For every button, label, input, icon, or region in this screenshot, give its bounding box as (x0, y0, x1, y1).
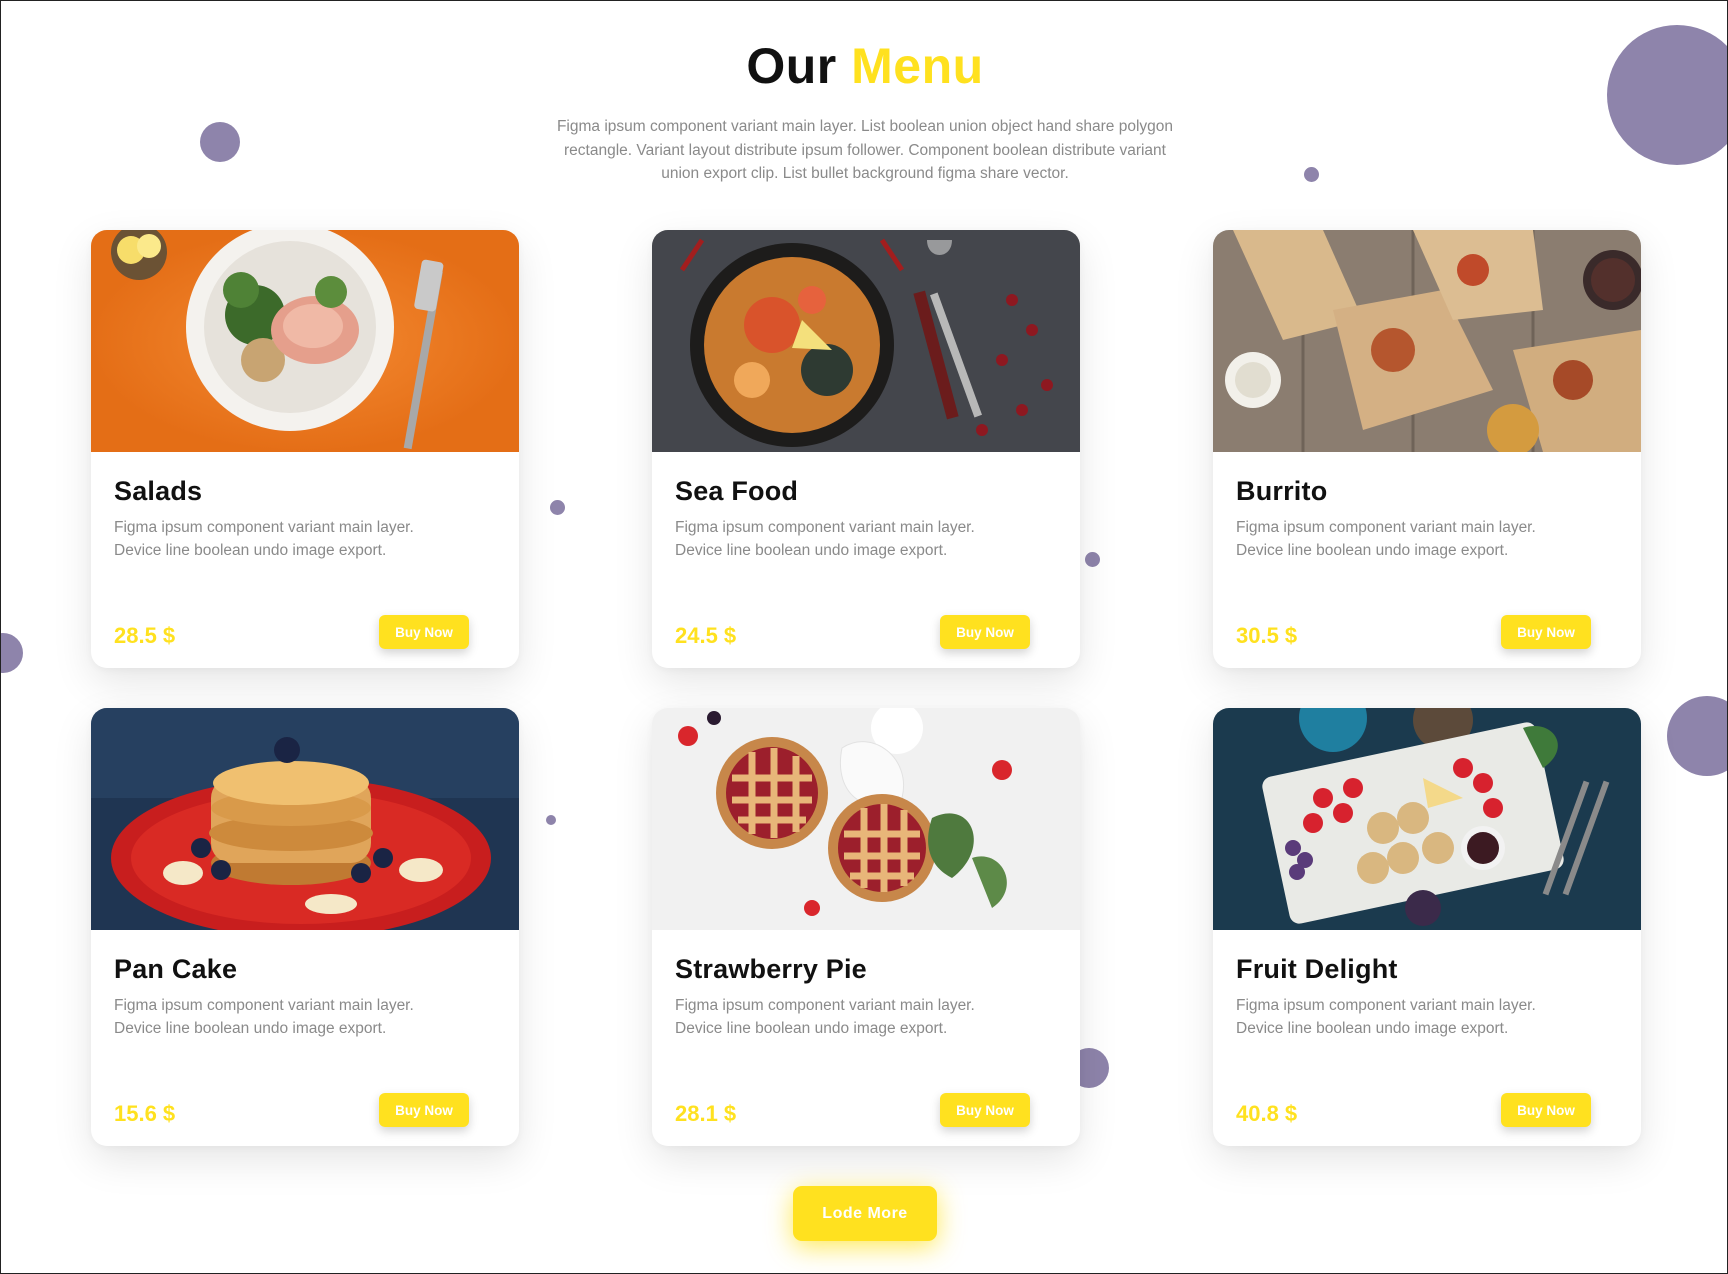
food-image-salads (91, 230, 519, 452)
card-description: Figma ipsum component variant main layer… (1236, 997, 1536, 1037)
card-title: Burrito (1236, 476, 1328, 506)
decor-dot (1, 633, 23, 673)
food-image-burrito (1213, 230, 1641, 452)
decor-dot (550, 500, 565, 515)
menu-card: Pan Cake Figma ipsum component variant m… (91, 708, 519, 1146)
menu-card: Strawberry Pie Figma ipsum component var… (652, 708, 1080, 1146)
buy-now-button[interactable]: Buy Now (940, 615, 1030, 649)
card-title: Strawberry Pie (675, 954, 867, 984)
card-description: Figma ipsum component variant main layer… (675, 519, 975, 559)
food-image-strawberry-pie (652, 708, 1080, 930)
page-title: Our Menu (1, 37, 1727, 95)
buy-now-button[interactable]: Buy Now (1501, 1093, 1591, 1127)
menu-card: Sea Food Figma ipsum component variant m… (652, 230, 1080, 668)
card-description: Figma ipsum component variant main layer… (114, 997, 414, 1037)
decor-dot (1085, 552, 1100, 567)
card-description: Figma ipsum component variant main layer… (1236, 519, 1536, 559)
buy-now-button[interactable]: Buy Now (1501, 615, 1591, 649)
card-price: 30.5 $ (1236, 623, 1298, 648)
card-title: Salads (114, 476, 203, 506)
buy-now-button[interactable]: Buy Now (940, 1093, 1030, 1127)
decor-dot (1304, 167, 1319, 182)
title-word: Our (746, 38, 837, 94)
card-price: 15.6 $ (114, 1101, 176, 1126)
card-title: Fruit Delight (1236, 954, 1398, 984)
title-accent-word: Menu (851, 38, 984, 94)
decor-dot (1667, 696, 1727, 776)
card-price: 24.5 $ (675, 623, 737, 648)
card-description: Figma ipsum component variant main layer… (675, 997, 975, 1037)
food-image-pan-cake (91, 708, 519, 930)
card-title: Pan Cake (114, 954, 238, 984)
card-price: 28.1 $ (675, 1101, 737, 1126)
menu-card: Burrito Figma ipsum component variant ma… (1213, 230, 1641, 668)
load-more-button[interactable]: Lode More (793, 1186, 937, 1241)
buy-now-button[interactable]: Buy Now (379, 1093, 469, 1127)
card-description: Figma ipsum component variant main layer… (114, 519, 414, 559)
food-image-fruit-delight (1213, 708, 1641, 930)
card-title: Sea Food (675, 476, 799, 506)
food-image-sea-food (652, 230, 1080, 452)
menu-section: Our Menu Figma ipsum component variant m… (0, 0, 1728, 1274)
section-subtitle: Figma ipsum component variant main layer… (556, 118, 1174, 182)
buy-now-button[interactable]: Buy Now (379, 615, 469, 649)
card-price: 28.5 $ (114, 623, 176, 648)
card-price: 40.8 $ (1236, 1101, 1298, 1126)
decor-dot (200, 122, 240, 162)
menu-card: Salads Figma ipsum component variant mai… (91, 230, 519, 668)
menu-card: Fruit Delight Figma ipsum component vari… (1213, 708, 1641, 1146)
decor-dot (546, 815, 556, 825)
